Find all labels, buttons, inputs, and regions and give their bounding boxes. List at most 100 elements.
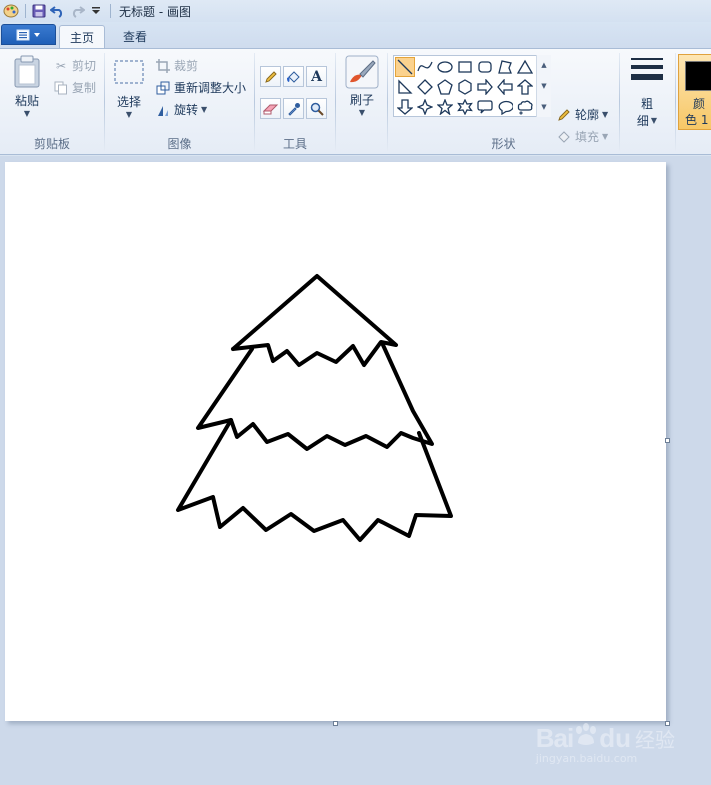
fill-dropdown-icon: ▼ [602,132,609,141]
watermark-bai: Bai [535,723,574,753]
shape-four-point-star[interactable] [415,97,435,117]
brushes-dropdown-icon: ▼ [358,108,366,117]
shape-triangle[interactable] [515,57,535,77]
fill-button[interactable]: 填充 ▼ [556,128,608,145]
group-separator [675,53,676,151]
shape-diamond[interactable] [415,77,435,97]
shape-right-triangle[interactable] [395,77,415,97]
brushes-button[interactable]: 刷子 ▼ [342,55,382,117]
copy-button[interactable]: 复制 [53,79,96,96]
eraser-tool[interactable] [260,98,281,119]
image-group-label: 图像 [167,137,192,151]
shape-cloud-callout[interactable] [515,97,535,117]
size-button[interactable]: 粗 细 ▼ [624,55,670,129]
pencil-tool[interactable] [260,66,281,87]
shape-left-arrow[interactable] [495,77,515,97]
save-icon[interactable] [30,2,48,20]
brushes-label: 刷子 [349,93,374,107]
file-menu-button[interactable] [1,24,56,45]
select-label: 选择 [116,95,141,109]
outline-pen-icon [556,107,572,123]
shape-up-arrow[interactable] [515,77,535,97]
tools-group-label: 工具 [282,137,307,151]
shape-pentagon[interactable] [435,77,455,97]
shape-line[interactable] [395,57,415,77]
outline-label: 轮廓 [575,108,600,122]
undo-icon[interactable] [49,2,67,20]
canvas-resize-handle-bottom[interactable] [333,721,338,726]
select-button[interactable]: 选择 ▼ [111,59,147,119]
line-shape-icon [397,59,413,75]
resize-button[interactable]: 重新调整大小 [155,79,246,96]
cut-button[interactable]: ✂ 剪切 [53,57,96,74]
shapes-gallery [393,55,551,117]
tab-view[interactable]: 查看 [113,25,157,48]
image-group: 选择 ▼ 裁剪 重新调整大小 旋转 ▼ 图像 [105,49,254,155]
title-bar: 无标题 - 画图 [0,0,711,22]
right-triangle-shape-icon [398,79,413,94]
shape-down-arrow[interactable] [395,97,415,117]
outline-button[interactable]: 轮廓 ▼ [556,106,608,123]
shape-curve[interactable] [415,57,435,77]
crop-button[interactable]: 裁剪 [155,57,198,74]
oval-callout-shape-icon [498,100,513,115]
scroll-down-icon[interactable]: ▼ [541,82,546,90]
polygon-shape-icon [498,60,512,74]
tools-group: A 工具 [255,49,335,155]
crop-icon [155,58,171,74]
redo-icon[interactable] [68,2,86,20]
shape-five-point-star[interactable] [435,97,455,117]
rotate-button[interactable]: 旋转 ▼ [155,101,207,118]
color1-button[interactable]: 颜 色 1 [678,54,711,130]
text-a-icon: A [311,68,322,85]
file-menu-icon [16,29,40,40]
shape-rectangle[interactable] [455,57,475,77]
shape-hexagon[interactable] [455,77,475,97]
shape-rounded-callout[interactable] [475,97,495,117]
scroll-up-icon[interactable]: ▲ [541,61,546,69]
right-arrow-shape-icon [477,79,493,95]
shape-six-point-star[interactable] [455,97,475,117]
shape-oval[interactable] [435,57,455,77]
selection-rectangle-icon [114,60,144,84]
scissors-icon: ✂ [55,58,67,73]
up-arrow-shape-icon [517,79,533,95]
clipboard-group-label: 剪贴板 [33,137,70,151]
paste-button[interactable]: 粘贴 ▼ [8,55,46,118]
shape-right-arrow[interactable] [475,77,495,97]
shape-polygon[interactable] [495,57,515,77]
pencil-icon [264,70,277,83]
watermark-du: du [599,723,631,753]
text-tool[interactable]: A [306,66,327,87]
quick-access-separator [25,4,26,18]
eraser-icon [262,104,278,114]
shape-rounded-rectangle[interactable] [475,57,495,77]
fill-tool[interactable] [283,66,304,87]
shapes-gallery-scroll: ▲ ▼ ▼ [536,55,551,117]
shape-oval-callout[interactable] [495,97,515,117]
clipboard-group: 粘贴 ▼ ✂ 剪切 复制 剪贴板 [0,49,104,155]
eyedropper-icon [287,102,300,116]
paint-app-icon[interactable] [2,2,20,20]
paste-label: 粘贴 [14,94,39,108]
gallery-expand-icon[interactable]: ▼ [541,103,546,111]
baidu-paw-icon [576,723,597,745]
ribbon: 粘贴 ▼ ✂ 剪切 复制 剪贴板 选择 ▼ 裁剪 重新调整大小 旋转 ▼ 图像 … [0,48,711,155]
customize-quick-access-icon[interactable] [87,2,105,20]
drawing-canvas[interactable] [5,162,666,721]
magnifier-tool[interactable] [306,98,327,119]
left-arrow-shape-icon [497,79,513,95]
color-picker-tool[interactable] [283,98,304,119]
canvas-resize-handle-right[interactable] [665,438,670,443]
copy-label: 复制 [72,81,97,95]
down-arrow-shape-icon [397,99,413,115]
tab-home[interactable]: 主页 [59,25,106,48]
size-dropdown-icon: ▼ [650,116,658,125]
baidu-jingyan-watermark: Bai du 经验 jingyan.baidu.com [536,723,675,765]
watermark-url: jingyan.baidu.com [535,752,638,765]
line-thickness-icon [631,58,663,80]
rotate-dropdown-icon: ▼ [201,105,208,114]
hexagon-shape-icon [458,79,472,95]
cut-label: 剪切 [72,59,97,73]
resize-icon [155,80,171,96]
